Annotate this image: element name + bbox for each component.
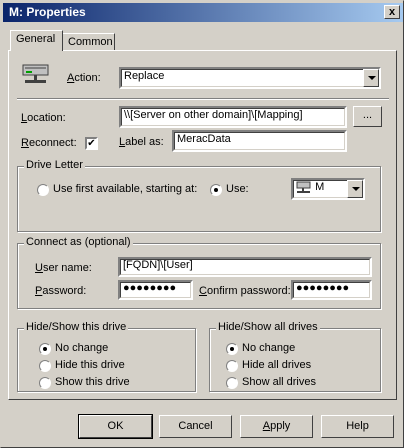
hide-show-all-group: Hide/Show all drives No change Hide all …	[209, 321, 381, 392]
hide-show-drive-legend: Hide/Show this drive	[24, 321, 129, 333]
hide-this-drive-label: Hide this drive	[55, 359, 125, 371]
drive-icon	[296, 181, 312, 194]
radio-drive-no-change[interactable]	[39, 343, 51, 355]
use-first-available-label: Use first available, starting at:	[53, 183, 198, 195]
all-no-change-label: No change	[242, 342, 296, 354]
password-label: Password:	[35, 285, 87, 297]
tab-general[interactable]: General	[10, 30, 63, 51]
password-input[interactable]: ●●●●●●●●	[118, 280, 193, 300]
general-tab-panel: Action: Replace Location: \\[Server on o…	[8, 50, 397, 400]
location-label: Location:	[21, 112, 66, 124]
drive-no-change-label: No change	[55, 342, 109, 354]
connect-as-legend: Connect as (optional)	[24, 236, 133, 248]
location-input[interactable]: \\[Server on other domain]\[Mapping]	[119, 106, 347, 128]
hide-show-drive-group: Hide/Show this drive No change Hide this…	[17, 321, 196, 392]
action-value: Replace	[124, 70, 165, 82]
chevron-down-icon[interactable]	[363, 69, 379, 87]
close-button[interactable]: x	[384, 5, 400, 19]
apply-button[interactable]: Apply	[240, 415, 313, 438]
reconnect-label: Reconnect:	[21, 137, 77, 149]
drive-letter-dropdown[interactable]: M	[291, 178, 365, 200]
separator	[17, 98, 389, 100]
confirm-password-label: Confirm password:	[199, 285, 291, 297]
cancel-button[interactable]: Cancel	[159, 415, 232, 438]
action-label: Action:	[67, 72, 101, 84]
title-bar[interactable]: M: Properties x	[3, 3, 403, 22]
tab-common[interactable]: Common	[62, 33, 115, 51]
drive-map-icon	[22, 62, 50, 86]
label-as-input[interactable]: MeracData	[172, 130, 347, 152]
properties-window: M: Properties x General Common Action: R…	[0, 0, 404, 448]
username-label: User name:	[35, 262, 92, 274]
show-this-drive-label: Show this drive	[55, 376, 130, 388]
connect-as-group: Connect as (optional) User name: [FQDN]\…	[17, 236, 381, 309]
help-button[interactable]: Help	[321, 415, 394, 438]
radio-hide-all-drives[interactable]	[226, 360, 238, 372]
window-title: M: Properties	[9, 5, 86, 19]
drive-letter-group: Drive Letter Use first available, starti…	[17, 159, 381, 232]
radio-show-all-drives[interactable]	[226, 377, 238, 389]
reconnect-checkbox[interactable]: ✔	[85, 137, 98, 150]
action-dropdown[interactable]: Replace	[119, 67, 381, 89]
radio-hide-this-drive[interactable]	[39, 360, 51, 372]
drive-letter-legend: Drive Letter	[24, 159, 85, 171]
browse-button[interactable]: ...	[353, 106, 382, 127]
confirm-password-input[interactable]: ●●●●●●●●	[291, 280, 372, 300]
chevron-down-icon[interactable]	[347, 180, 363, 198]
use-label: Use:	[226, 183, 249, 195]
hide-all-drives-label: Hide all drives	[242, 359, 312, 371]
ok-button[interactable]: OK	[78, 414, 153, 439]
label-as-label: Label as:	[119, 136, 164, 148]
drive-letter-value: M	[315, 181, 325, 193]
radio-use-first-available[interactable]	[37, 184, 49, 196]
radio-use[interactable]	[210, 184, 222, 196]
hide-show-all-legend: Hide/Show all drives	[216, 321, 320, 333]
radio-all-no-change[interactable]	[226, 343, 238, 355]
show-all-drives-label: Show all drives	[242, 376, 316, 388]
username-input[interactable]: [FQDN]\[User]	[118, 257, 372, 277]
radio-show-this-drive[interactable]	[39, 377, 51, 389]
